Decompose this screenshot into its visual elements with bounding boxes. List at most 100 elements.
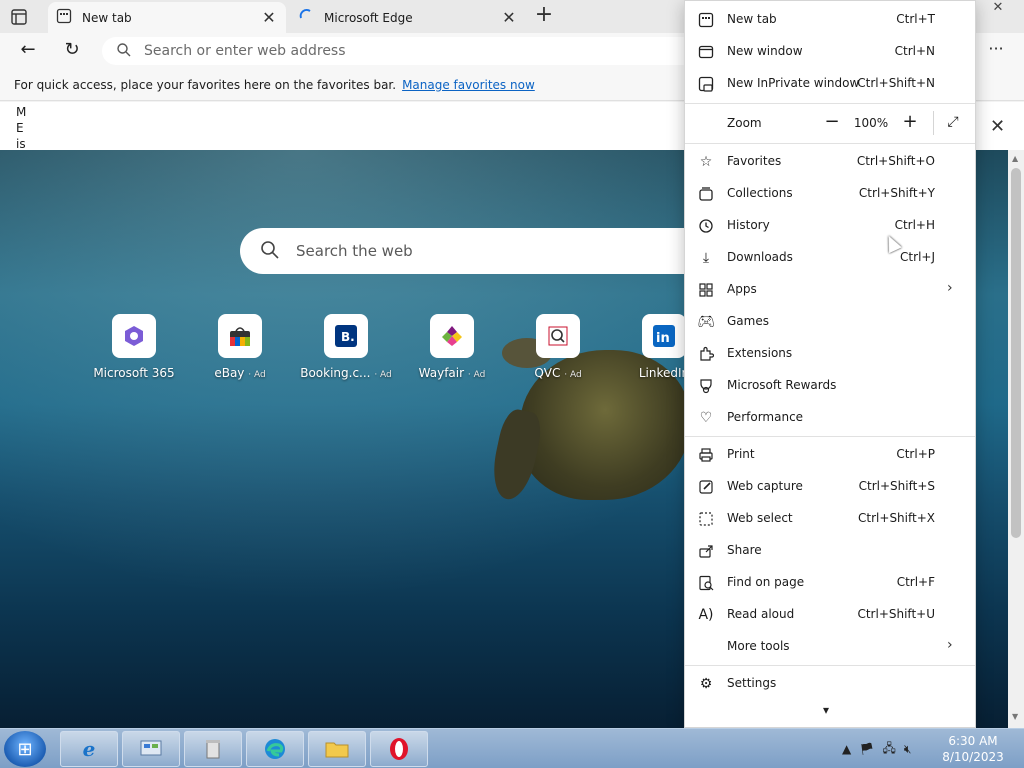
- web-search-box[interactable]: Search the web: [240, 228, 760, 274]
- find-icon: [697, 574, 715, 592]
- volume-muted-icon[interactable]: 🔇︎: [904, 742, 912, 757]
- menu-separator: [685, 665, 975, 666]
- menu-item-collections[interactable]: Collections Ctrl+Shift+Y: [685, 179, 975, 209]
- control-panel-icon[interactable]: [122, 731, 180, 767]
- booking-icon: B.: [324, 314, 368, 358]
- inprivate-icon: [697, 75, 715, 93]
- close-icon[interactable]: ✕: [500, 8, 518, 27]
- quick-link-label: Wayfair · Ad: [418, 366, 486, 380]
- tab-microsoft-edge[interactable]: Microsoft Edge ✕: [290, 2, 526, 33]
- menu-item-shortcut: Ctrl+J: [900, 250, 935, 264]
- action-center-icon[interactable]: 🏴︎: [859, 742, 874, 756]
- tab-new-tab[interactable]: New tab ✕: [48, 2, 286, 33]
- refresh-button[interactable]: ↻: [60, 39, 84, 63]
- file-explorer-icon[interactable]: [308, 731, 366, 767]
- quick-link-qvc[interactable]: QVC · Ad: [512, 314, 604, 380]
- menu-separator: [685, 103, 975, 104]
- menu-item-performance[interactable]: ♡ Performance: [685, 403, 975, 433]
- new-window-icon: [697, 43, 715, 61]
- menu-item-find-on-page[interactable]: Find on page Ctrl+F: [685, 568, 975, 598]
- menu-item-settings[interactable]: ⚙ Settings: [685, 669, 975, 699]
- menu-item-web-select[interactable]: Web select Ctrl+Shift+X: [685, 504, 975, 534]
- recycle-icon[interactable]: [184, 731, 242, 767]
- menu-item-label: Games: [727, 314, 769, 328]
- menu-item-share[interactable]: Share: [685, 536, 975, 566]
- back-button[interactable]: ←: [16, 39, 40, 63]
- menu-item-new-tab[interactable]: New tab Ctrl+T: [685, 5, 975, 35]
- chevron-right-icon: ›: [947, 637, 953, 653]
- quick-link-booking[interactable]: B. Booking.c... · Ad: [300, 314, 392, 380]
- collections-icon: [697, 185, 715, 203]
- menu-item-label: Performance: [727, 410, 804, 424]
- new-tab-button[interactable]: +: [533, 4, 555, 27]
- menu-item-read-aloud[interactable]: A) Read aloud Ctrl+Shift+U: [685, 600, 975, 630]
- network-icon[interactable]: 🖧: [882, 739, 895, 760]
- read-aloud-icon: A): [698, 607, 714, 623]
- system-clock[interactable]: 6:30 AM 8/10/2023: [940, 733, 1006, 765]
- menu-item-games[interactable]: 🎮︎ Games: [685, 307, 975, 337]
- menu-item-label: Microsoft Rewards: [727, 378, 837, 392]
- qvc-icon: [536, 314, 580, 358]
- web-select-icon: [697, 510, 715, 528]
- menu-item-downloads[interactable]: ⤓ Downloads Ctrl+J: [685, 243, 975, 273]
- quick-link-label: eBay · Ad: [214, 366, 266, 380]
- menu-item-extensions[interactable]: Extensions: [685, 339, 975, 369]
- address-bar[interactable]: Search or enter web address: [102, 37, 702, 65]
- vertical-scrollbar[interactable]: ▲ ▼: [1008, 150, 1024, 728]
- search-placeholder: Search the web: [296, 242, 413, 260]
- start-button[interactable]: ⊞: [4, 731, 46, 767]
- quick-link-label: Booking.c... · Ad: [300, 366, 392, 380]
- menu-item-web-capture[interactable]: Web capture Ctrl+Shift+S: [685, 472, 975, 502]
- performance-icon: ♡: [699, 410, 713, 426]
- scroll-down-icon[interactable]: ▼: [1012, 712, 1018, 721]
- quick-link-wayfair[interactable]: Wayfair · Ad: [406, 314, 498, 380]
- menu-item-apps[interactable]: Apps ›: [685, 275, 975, 305]
- menu-item-favorites[interactable]: ☆ Favorites Ctrl+Shift+O: [685, 147, 975, 177]
- quick-link-microsoft-365[interactable]: Microsoft 365: [88, 314, 180, 380]
- chevron-down-icon[interactable]: ▾: [823, 703, 829, 717]
- manage-favorites-link[interactable]: Manage favorites now: [402, 78, 535, 92]
- menu-item-history[interactable]: History Ctrl+H: [685, 211, 975, 241]
- quick-link-ebay[interactable]: eBay · Ad: [194, 314, 286, 380]
- menu-item-label: Settings: [727, 676, 777, 690]
- tab-actions-icon[interactable]: [10, 8, 38, 26]
- menu-item-new-inprivate-window[interactable]: New InPrivate window Ctrl+Shift+N: [685, 69, 975, 99]
- menu-item-more-tools[interactable]: More tools ›: [685, 632, 975, 662]
- menu-item-shortcut: Ctrl+F: [896, 575, 935, 589]
- zoom-divider: [933, 111, 934, 135]
- zoom-in-button[interactable]: +: [899, 111, 921, 133]
- edge-icon[interactable]: [246, 731, 304, 767]
- window-close-button[interactable]: ✕: [978, 0, 1018, 16]
- menu-item-label: Favorites: [727, 154, 782, 168]
- quick-link-label: QVC · Ad: [534, 366, 582, 380]
- clock-date: 8/10/2023: [942, 750, 1004, 764]
- tab-title: New tab: [82, 10, 132, 25]
- close-icon[interactable]: ✕: [990, 116, 1005, 137]
- menu-item-label: Read aloud: [727, 607, 795, 621]
- search-icon: [260, 240, 280, 263]
- scrollbar-thumb[interactable]: [1011, 168, 1021, 538]
- menu-item-microsoft-rewards[interactable]: Microsoft Rewards: [685, 371, 975, 401]
- quick-links: Microsoft 365 eBay · Ad B. Booking.c... …: [88, 314, 788, 384]
- settings-and-more-button[interactable]: ···: [982, 39, 1010, 63]
- zoom-out-button[interactable]: −: [821, 111, 843, 133]
- menu-item-new-window[interactable]: New window Ctrl+N: [685, 37, 975, 67]
- menu-item-label: Web capture: [727, 479, 803, 493]
- games-icon: 🎮︎: [697, 314, 715, 330]
- close-icon[interactable]: ✕: [260, 8, 278, 27]
- quick-link-label: Microsoft 365: [93, 366, 175, 380]
- menu-item-shortcut: Ctrl+N: [894, 44, 935, 58]
- loading-icon: [298, 8, 314, 27]
- taskbar: ⊞ e ▲ 🏴︎ 🖧 🔇︎ 6:30 AM 8/10/2023: [0, 728, 1024, 768]
- fullscreen-icon[interactable]: ⤢: [942, 111, 964, 133]
- zoom-row: Zoom − 100% + ⤢: [685, 105, 975, 141]
- scroll-up-icon[interactable]: ▲: [1012, 154, 1018, 163]
- menu-item-print[interactable]: Print Ctrl+P: [685, 440, 975, 470]
- menu-item-label: New InPrivate window: [727, 76, 860, 90]
- address-placeholder: Search or enter web address: [144, 43, 346, 59]
- internet-explorer-icon[interactable]: e: [60, 731, 118, 767]
- opera-icon[interactable]: [370, 731, 428, 767]
- menu-item-label: New tab: [727, 12, 777, 26]
- show-hidden-icons-icon[interactable]: ▲: [842, 742, 851, 756]
- system-tray: ▲ 🏴︎ 🖧 🔇︎: [842, 735, 911, 763]
